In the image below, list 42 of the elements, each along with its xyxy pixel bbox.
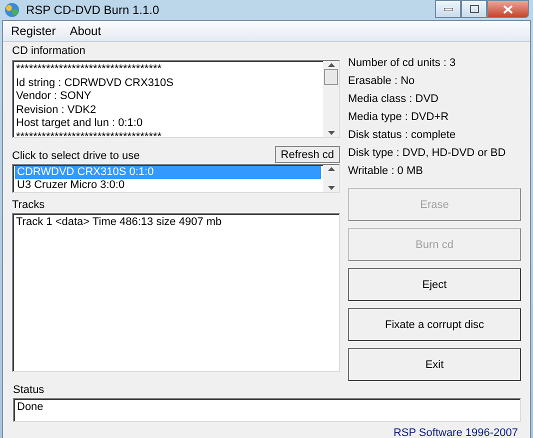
up-arrow-icon [328,167,334,171]
action-button[interactable]: Exit [348,348,521,381]
track-item[interactable]: Track 1 <data> Time 486:13 size 4907 mb [16,216,336,230]
scrollbar[interactable] [323,165,339,192]
up-arrow-icon [328,63,334,67]
close-icon [503,4,513,14]
refresh-cd-button[interactable]: Refresh cd [274,146,340,163]
down-arrow-icon [328,186,334,190]
maximize-button[interactable] [461,0,487,18]
app-icon [4,2,20,18]
copyright-text: RSP Software 1996-2007 [393,427,518,438]
action-button[interactable]: Fixate a corrupt disc [348,308,521,341]
media-info-line: Writable : 0 MB [348,164,424,179]
scroll-thumb[interactable] [324,69,338,85]
tracks-label: Tracks [12,198,46,212]
menu-item[interactable]: Register [11,24,56,38]
window-title: RSP CD-DVD Burn 1.1.0 [26,3,160,17]
close-button[interactable] [487,0,529,18]
cd-information-label: CD information [12,44,86,58]
maximize-icon [470,5,478,13]
minimize-icon [444,8,452,10]
media-info-line: Media type : DVD+R [348,110,450,125]
info-line: ********************************** [16,63,163,76]
media-info-line: Disk type : DVD, HD-DVD or BD [348,146,507,161]
media-info-line: Number of cd units : 3 [348,56,457,71]
info-line: Revision : VDK2 [16,104,98,117]
media-info-line: Media class : DVD [348,92,440,107]
media-info-line: Disk status : complete [348,128,457,143]
action-button[interactable]: Eject [348,268,521,301]
info-line: Vendor : SONY [16,90,92,104]
status-label: Status [13,383,46,397]
info-line: Id string : CDRWDVD CRX310S [16,76,175,90]
info-line: ********************************** [16,130,163,144]
info-line: Host target and lun : 0:1:0 [16,117,144,130]
media-info-line: Erasable : No [348,74,416,89]
drive-item[interactable]: U3 Cruzer Micro 3:0:0 [15,179,321,192]
drive-select-label: Click to select drive to use [12,149,140,163]
minimize-button[interactable] [435,0,461,18]
down-arrow-icon [328,131,334,135]
scrollbar[interactable] [323,61,339,137]
menu-item[interactable]: About [70,24,102,38]
status-field: Done [13,398,521,422]
